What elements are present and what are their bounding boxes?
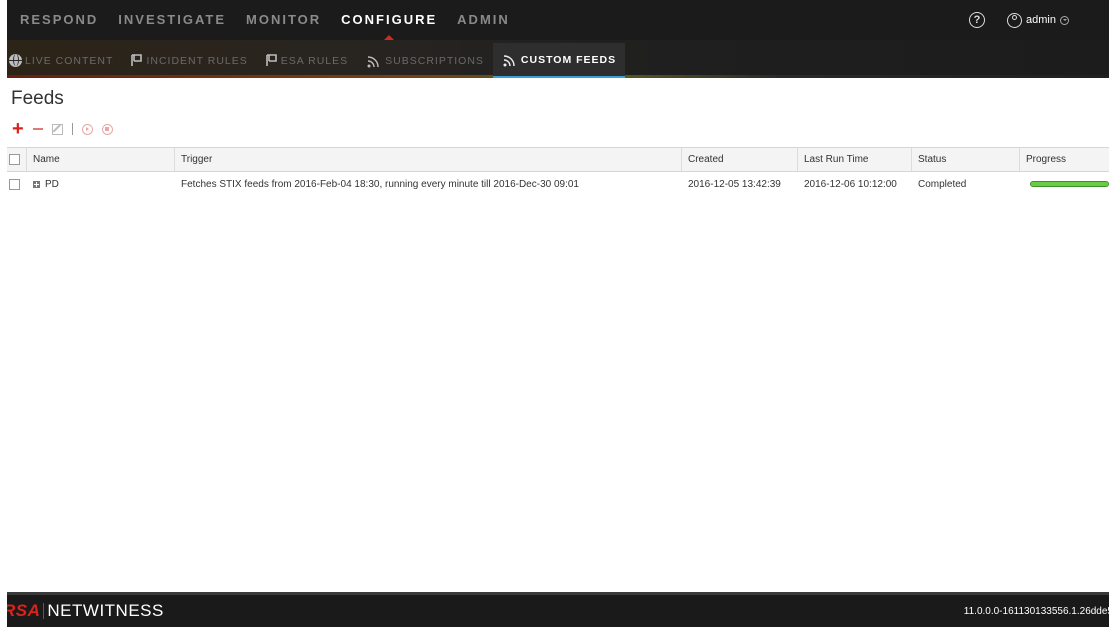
tab-label: INCIDENT RULES: [146, 54, 248, 67]
help-icon[interactable]: ?: [969, 12, 986, 28]
nav-investigate[interactable]: INVESTIGATE: [108, 0, 236, 40]
top-nav: RESPOND INVESTIGATE MONITOR CONFIGURE AD…: [7, 0, 1109, 40]
tab-custom-feeds[interactable]: CUSTOM FEEDS: [492, 43, 626, 78]
progress-bar: [1030, 181, 1109, 187]
logo-divider: [43, 603, 45, 619]
table-row[interactable]: PD Fetches STIX feeds from 2016-Feb-04 1…: [7, 172, 1109, 196]
tab-label: CUSTOM FEEDS: [520, 53, 617, 66]
chevron-down-icon[interactable]: [1060, 15, 1069, 25]
tab-incident-rules[interactable]: INCIDENT RULES: [122, 43, 256, 78]
app-frame: RESPOND INVESTIGATE MONITOR CONFIGURE AD…: [7, 0, 1109, 627]
logo-rsa: RSA: [7, 601, 41, 620]
play-circle-icon[interactable]: [81, 123, 93, 135]
nav-configure[interactable]: CONFIGURE: [331, 0, 447, 40]
feeds-toolbar: +: [12, 118, 113, 140]
last-run-cell: 2016-12-06 10:12:00: [804, 178, 897, 190]
edit-icon[interactable]: [51, 123, 63, 135]
column-header-trigger[interactable]: Trigger: [175, 148, 682, 171]
tab-label: SUBSCRIPTIONS: [385, 54, 484, 67]
feed-name: PD: [45, 178, 59, 190]
add-icon[interactable]: +: [12, 119, 24, 139]
page-title: Feeds: [11, 88, 64, 109]
nav-admin[interactable]: ADMIN: [447, 0, 520, 40]
rss-icon: [366, 54, 382, 68]
footer: RSA NETWITNESS 11.0.0.0-161130133556.1.2…: [7, 592, 1109, 627]
flag-icon: [131, 54, 143, 67]
progress-cell: [1020, 172, 1109, 196]
rss-icon: [502, 53, 518, 67]
tab-esa-rules[interactable]: ESA RULES: [257, 43, 357, 78]
trigger-cell: Fetches STIX feeds from 2016-Feb-04 18:3…: [181, 178, 579, 190]
row-check-cell: [7, 172, 27, 196]
expand-icon[interactable]: [33, 180, 40, 188]
status-cell: Completed: [918, 178, 967, 190]
feeds-table: Name Trigger Created Last Run Time Statu…: [7, 147, 1109, 196]
sub-nav: LIVE CONTENT INCIDENT RULES ESA RULES SU…: [7, 40, 1109, 78]
globe-icon: [9, 54, 22, 67]
nav-monitor[interactable]: MONITOR: [236, 0, 331, 40]
tab-label: LIVE CONTENT: [25, 54, 114, 67]
user-menu-label[interactable]: admin: [1026, 14, 1056, 26]
tab-live-content[interactable]: LIVE CONTENT: [7, 43, 122, 78]
flag-icon: [265, 54, 278, 67]
row-checkbox[interactable]: [9, 178, 20, 190]
tab-label: ESA RULES: [280, 54, 349, 67]
toolbar-divider: [71, 123, 73, 135]
column-header-status[interactable]: Status: [912, 148, 1020, 171]
select-all-cell: [7, 148, 27, 171]
nav-respond[interactable]: RESPOND: [7, 0, 108, 40]
column-header-progress[interactable]: Progress: [1020, 148, 1109, 171]
column-header-name[interactable]: Name: [27, 148, 175, 171]
table-header: Name Trigger Created Last Run Time Statu…: [7, 147, 1109, 172]
created-cell: 2016-12-05 13:42:39: [688, 178, 781, 190]
column-header-created[interactable]: Created: [682, 148, 798, 171]
tab-subscriptions[interactable]: SUBSCRIPTIONS: [357, 43, 493, 78]
minus-icon[interactable]: [32, 128, 43, 130]
select-all-checkbox[interactable]: [9, 154, 20, 165]
progress-fill: [1031, 182, 1108, 186]
logo-product: NETWITNESS: [47, 601, 164, 620]
version-label: 11.0.0.0-161130133556.1.26dde5: [963, 605, 1109, 617]
name-cell: PD: [27, 172, 175, 196]
column-header-last-run[interactable]: Last Run Time: [798, 148, 912, 171]
user-icon: [1007, 12, 1023, 28]
user-area: ? admin: [969, 0, 1109, 40]
rsa-netwitness-logo: RSA NETWITNESS: [7, 601, 164, 621]
stop-circle-icon[interactable]: [101, 123, 113, 135]
